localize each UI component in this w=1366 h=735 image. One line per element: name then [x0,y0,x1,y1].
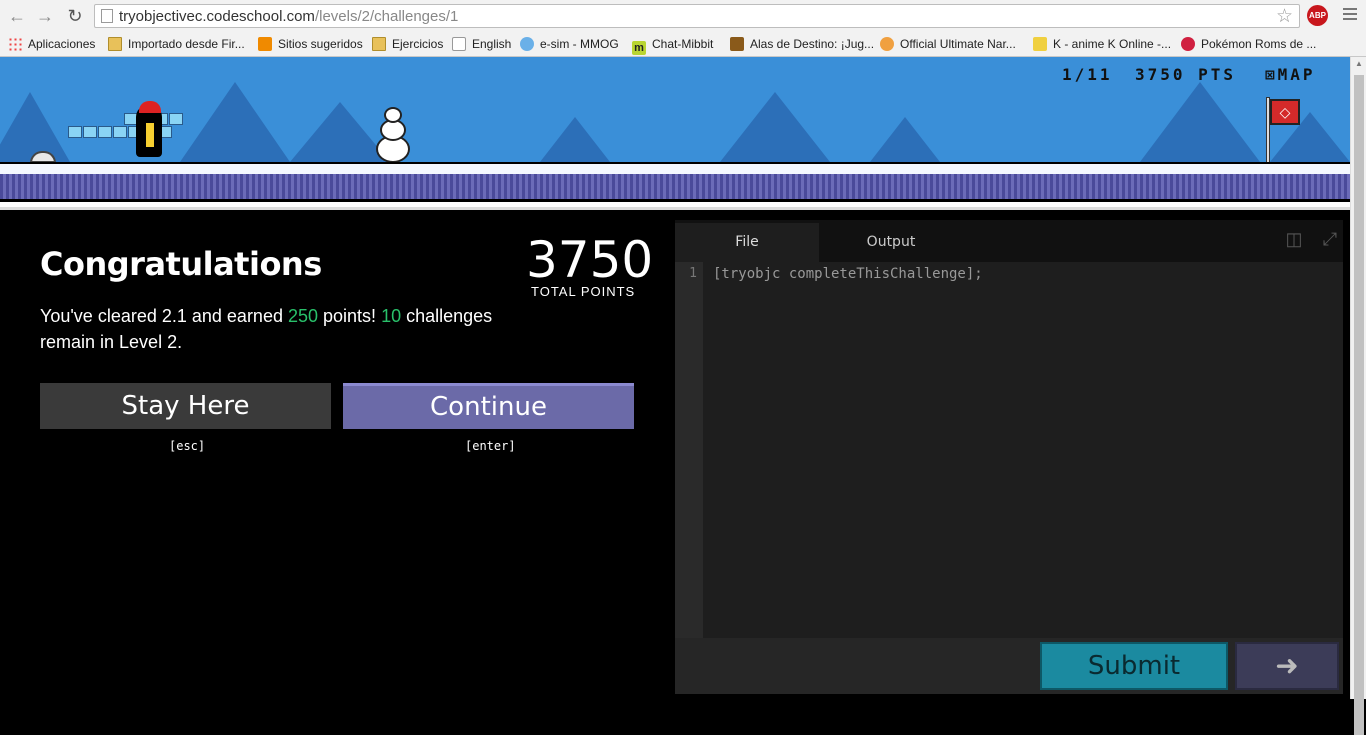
earned-points: 250 [287,306,319,326]
code-editor: File Output ◫ ⤢ 1 [tryobjc completeThisC… [675,220,1343,694]
folder-icon [372,37,386,51]
k-icon [1033,37,1047,51]
bookmark-label: Ejercicios [392,37,444,51]
mountain [540,117,610,162]
bookmark-item[interactable]: English [452,36,511,52]
mountain [720,92,830,162]
apps-icon [8,37,22,51]
scroll-up-icon[interactable]: ▲ [1354,59,1364,69]
bookmark-item[interactable]: Pokémon Roms de ... [1181,36,1316,52]
page-scrollbar[interactable]: ▲ [1350,57,1366,735]
msg-prefix: You've cleared 2.1 and earned [40,306,288,326]
page-icon [101,9,113,23]
folder-icon [108,37,122,51]
bookmark-item[interactable]: e-sim - MMOG [520,36,619,52]
nav-row: ← → ↻ tryobjectivec.codeschool.com/level… [0,0,1366,32]
editor-tabbar: File Output ◫ ⤢ [675,220,1343,262]
snowman-head [384,107,402,123]
pokeball-icon [1181,37,1195,51]
browser-chrome: ← → ↻ tryobjectivec.codeschool.com/level… [0,0,1366,57]
congrats-title: Congratulations [40,245,322,283]
total-points-label: TOTAL POINTS [531,284,636,299]
bookmark-item[interactable]: Official Ultimate Nar... [880,36,1016,52]
mibbit-icon: m [632,41,646,55]
line-number: 1 [689,266,697,281]
total-points-value: 3750 [526,231,654,289]
split-view-icon[interactable]: ◫ [1283,228,1305,250]
code-line[interactable]: [tryobjc completeThisChallenge]; [713,266,983,282]
address-bar[interactable]: tryobjectivec.codeschool.com/levels/2/ch… [94,4,1300,28]
editor-footer: Submit ➜ [675,638,1343,694]
hud-map-link[interactable]: ⊠MAP [1265,65,1316,84]
game-scene: 1/11 3750 PTS ⊠MAP ◇ [0,57,1350,207]
bulb-icon [258,37,272,51]
hud-progress: 1/11 [1062,65,1113,84]
game-icon [730,37,744,51]
line-gutter: 1 [675,262,703,638]
bookmarks-bar: Aplicaciones Importado desde Fir... Sitios… [0,32,1366,56]
ground-snow [0,162,1350,174]
msg-mid: points! [318,306,382,326]
bookmark-label: Chat-Mibbit [652,37,714,51]
bookmark-star-icon[interactable]: ☆ [1276,5,1293,28]
stay-hint: [esc] [169,439,206,453]
mountain [180,82,290,162]
back-arrow-icon[interactable]: ← [6,5,28,27]
url-text[interactable]: tryobjectivec.codeschool.com/levels/2/ch… [119,8,458,25]
remaining-count: 10 [381,306,402,326]
forward-arrow-icon[interactable]: → [34,5,56,27]
result-message: You've cleared 2.1 and earned 250 points… [40,303,540,355]
bookmark-label: Alas de Destino: ¡Jug... [750,37,875,51]
player-face [146,123,154,147]
player-hat [139,101,161,113]
fullscreen-icon[interactable]: ⤢ [1319,228,1341,250]
bookmark-label: English [472,37,512,51]
tab-output[interactable]: Output [819,223,963,262]
bookmark-item[interactable]: Alas de Destino: ¡Jug... [730,36,874,52]
bookmark-item[interactable]: Importado desde Fir... [108,36,245,52]
bookmark-label: Importado desde Fir... [128,37,245,51]
bookmark-label: Pokémon Roms de ... [1201,37,1317,51]
stay-here-button[interactable]: Stay Here [40,383,331,429]
bookmark-item[interactable]: Ejercicios [372,36,443,52]
tab-file[interactable]: File [675,223,819,262]
bookmark-item[interactable]: K - anime K Online -... [1033,36,1171,52]
mountain [0,92,70,162]
bookmark-item[interactable]: Aplicaciones [8,36,95,52]
bookmark-item[interactable]: Sitios sugeridos [258,36,363,52]
submit-button[interactable]: Submit [1040,642,1228,690]
bookmark-label: e-sim - MMOG [540,37,619,51]
scrollbar-thumb[interactable] [1354,75,1364,735]
mountain [870,117,940,162]
url-host: tryobjectivec.codeschool.com [119,8,315,25]
code-area[interactable]: 1 [tryobjc completeThisChallenge]; [675,262,1343,638]
bookmark-label: Aplicaciones [28,37,96,51]
bookmark-label: K - anime K Online -... [1053,37,1172,51]
page-icon [452,37,466,51]
face-icon [880,37,894,51]
divider [0,207,1350,215]
next-arrow-icon[interactable]: ➜ [1235,642,1339,690]
hud-points: 3750 PTS [1135,65,1237,84]
mountain [1140,82,1260,162]
map-icon: ⊠ [1265,65,1278,84]
menu-icon[interactable] [1340,5,1360,25]
goal-flag-icon: ◇ [1270,99,1300,125]
bookmark-label: Official Ultimate Nar... [900,37,1016,51]
bookmark-item[interactable]: m Chat-Mibbit [632,36,714,55]
url-path: /levels/2/challenges/1 [314,8,459,25]
ground [0,174,1350,202]
map-label: MAP [1277,65,1316,84]
results-panel: Congratulations 3750 TOTAL POINTS You've… [0,215,675,699]
continue-button[interactable]: Continue [343,383,634,429]
reload-icon[interactable]: ↻ [64,5,86,27]
continue-hint: [enter] [465,439,516,453]
bookmark-label: Sitios sugeridos [278,37,363,51]
adblock-icon[interactable]: ABP [1307,5,1328,26]
mountain [290,102,390,162]
globe-icon [520,37,534,51]
